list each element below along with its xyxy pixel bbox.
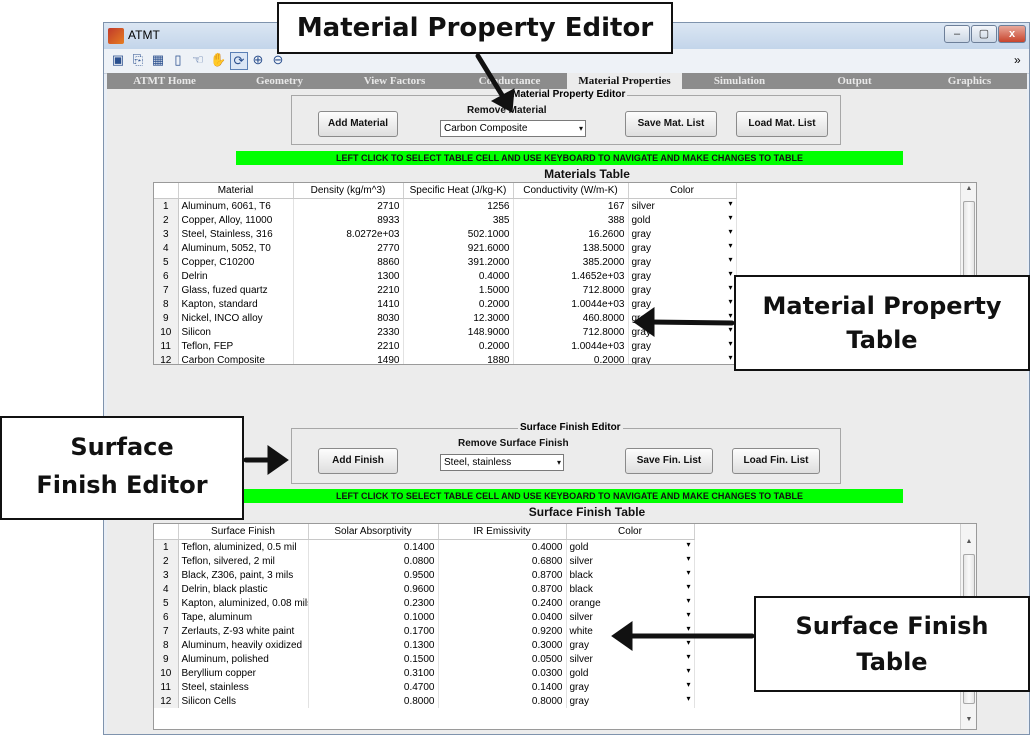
annotation-arrows (243, 53, 755, 651)
arrow-to-finish-table-icon (611, 621, 755, 651)
arrow-to-editor-icon (475, 53, 515, 113)
arrow-to-material-table-icon (633, 307, 735, 337)
arrow-to-finish-editor-icon (243, 445, 289, 475)
